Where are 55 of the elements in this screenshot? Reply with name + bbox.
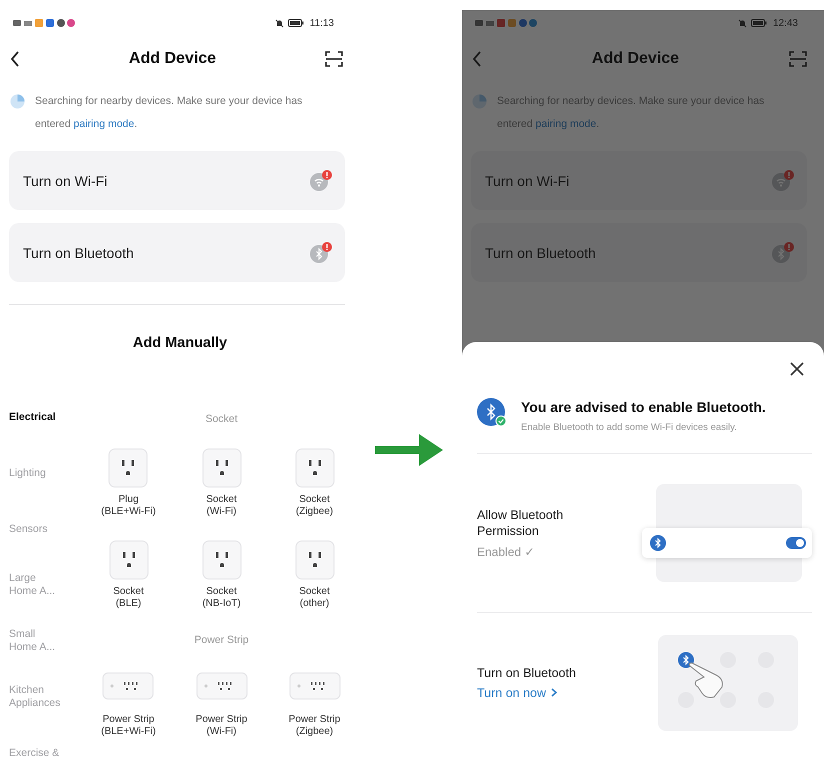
socket-icon <box>294 448 334 488</box>
bluetooth-alert-icon <box>771 242 795 264</box>
device-item[interactable]: Power Strip (Wi-Fi) <box>196 672 248 738</box>
pairing-mode-link[interactable]: pairing mode <box>74 118 134 130</box>
power-strip-icon <box>196 672 248 700</box>
category-item[interactable]: Electrical <box>9 410 56 424</box>
bluetooth-alert-icon <box>309 242 333 264</box>
socket-icon <box>108 448 148 488</box>
permission-status: Enabled ✓ <box>477 545 536 559</box>
socket-icon <box>202 540 242 580</box>
sheet-subtitle: Enable Bluetooth to add some Wi-Fi devices easily. <box>521 422 738 433</box>
loading-icon <box>10 94 25 109</box>
device-item[interactable]: Socket (other) <box>294 540 334 610</box>
notification-icons-drawing <box>13 19 75 27</box>
status-time: 12:43 <box>772 18 798 28</box>
power-strip-icon <box>288 672 340 700</box>
device-item[interactable]: Socket (Zigbee) <box>294 448 334 518</box>
device-item[interactable]: Plug (BLE+Wi-Fi) <box>101 448 156 518</box>
bluetooth-icon <box>650 535 666 551</box>
power-strip-icon <box>102 672 154 700</box>
close-icon[interactable] <box>790 362 804 376</box>
battery-icon <box>750 19 767 27</box>
wifi-alert-icon <box>309 170 333 192</box>
scan-icon[interactable] <box>324 51 343 67</box>
page-title: Add Device <box>128 50 216 68</box>
status-time: 11:13 <box>310 18 334 28</box>
mute-bell-icon <box>274 18 284 28</box>
step-title: Turn on Bluetooth <box>477 664 577 680</box>
notification-icons-drawing <box>475 19 537 27</box>
turn-on-now-link[interactable]: Turn on now <box>477 686 558 700</box>
enable-prompt-card[interactable]: Turn on Wi-Fi <box>9 151 345 210</box>
searching-notice: Searching for nearby devices. Make sure your device has entered pairing mode. <box>35 94 304 132</box>
chevron-right-icon <box>551 688 558 697</box>
battery-icon <box>288 19 304 27</box>
loading-icon <box>472 94 487 109</box>
device-item[interactable]: Power Strip (BLE+Wi-Fi) <box>101 672 156 738</box>
device-item[interactable]: Socket (Wi-Fi) <box>202 448 242 518</box>
mute-bell-icon <box>738 18 747 28</box>
device-item[interactable]: Power Strip (Zigbee) <box>288 672 340 738</box>
socket-icon <box>108 540 148 580</box>
group-title: Socket <box>204 412 239 427</box>
socket-icon <box>202 448 242 488</box>
sheet-title: You are advised to enable Bluetooth. <box>521 398 766 416</box>
device-item[interactable]: Socket (NB-IoT) <box>202 540 242 610</box>
step-title: Allow Bluetooth Permission <box>477 507 564 539</box>
bluetooth-check-icon <box>477 398 507 428</box>
enable-prompt-card[interactable]: Turn on Bluetooth <box>9 223 345 282</box>
group-title: Power Strip <box>193 633 250 648</box>
device-item[interactable]: Socket (BLE) <box>108 540 148 610</box>
right-arrow-icon <box>375 434 443 466</box>
wifi-alert-icon <box>771 170 795 192</box>
page-title: Add Device <box>592 50 680 68</box>
back-icon[interactable] <box>10 51 20 67</box>
section-title: Add Manually <box>132 334 228 353</box>
socket-icon <box>294 540 334 580</box>
